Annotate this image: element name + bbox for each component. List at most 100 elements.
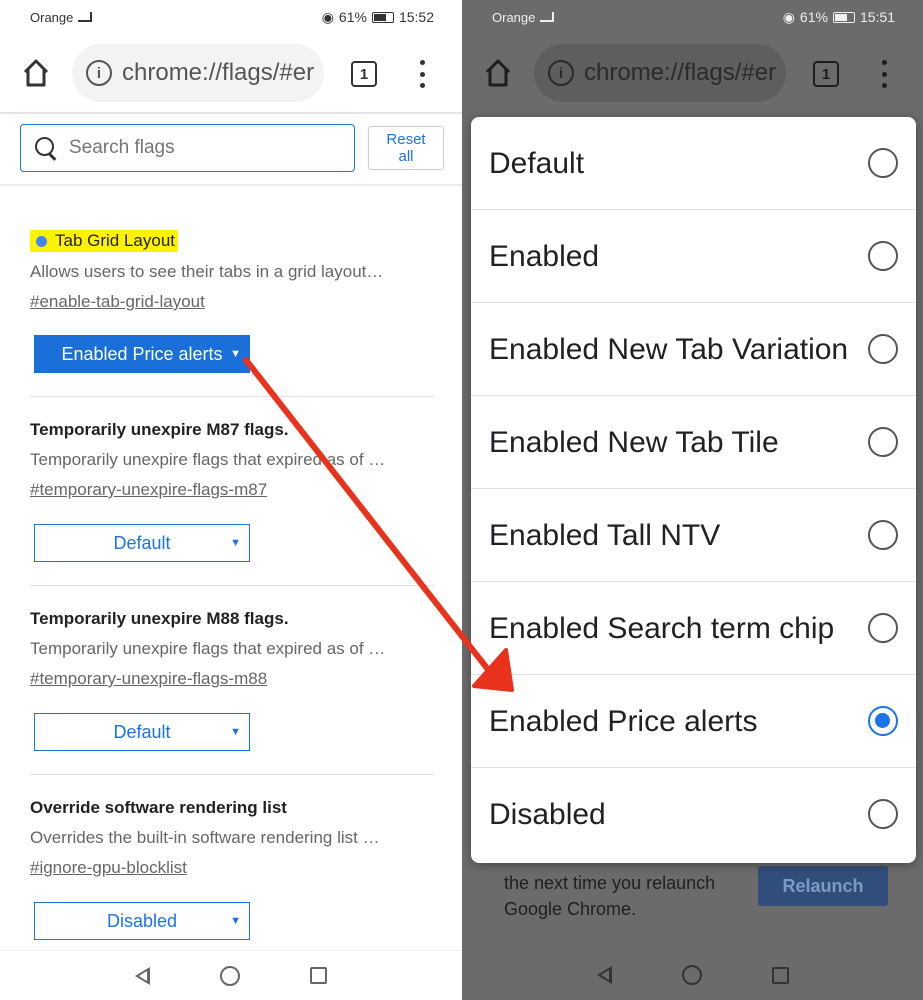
recents-nav-icon[interactable] xyxy=(771,966,789,984)
flag-select-value: Default xyxy=(113,721,171,742)
battery-icon xyxy=(832,11,855,23)
home-nav-icon[interactable] xyxy=(681,965,702,985)
home-icon[interactable] xyxy=(22,58,50,88)
url-text: chrome://flags/#er xyxy=(122,59,315,86)
url-text: chrome://flags/#er xyxy=(584,59,777,86)
flag-link[interactable]: #ignore-gpu-blocklist xyxy=(30,858,435,878)
flag-item: Temporarily unexpire M87 flags. Temporar… xyxy=(30,420,435,570)
chevron-down-icon: ▼ xyxy=(230,915,241,927)
flag-item: Tab Grid Layout Allows users to see thei… xyxy=(30,230,435,380)
flag-divider xyxy=(30,774,434,775)
option-enabled-tall-ntv[interactable]: Enabled Tall NTV xyxy=(471,489,916,582)
battery-percent: 61% xyxy=(799,9,828,25)
signal-icon xyxy=(78,12,93,22)
search-box[interactable] xyxy=(20,124,355,172)
reset-label-line2: all xyxy=(398,148,414,165)
flag-title: Tab Grid Layout xyxy=(30,230,179,252)
radio-icon[interactable] xyxy=(868,148,898,178)
flag-description: Allows users to see their tabs in a grid… xyxy=(30,262,384,281)
radio-icon[interactable] xyxy=(868,799,898,829)
radio-icon[interactable] xyxy=(868,334,898,364)
status-right: ◉ 61% 15:52 xyxy=(322,9,434,26)
overflow-menu-icon[interactable] xyxy=(412,58,432,90)
system-nav-bar xyxy=(0,950,462,1000)
browser-toolbar: i chrome://flags/#er 1 xyxy=(462,34,923,112)
reset-all-button[interactable]: Reset all xyxy=(368,126,444,170)
back-nav-icon[interactable] xyxy=(135,966,150,985)
toolbar-divider xyxy=(0,112,462,114)
relaunch-notice: the next time you relaunch Google Chrome… xyxy=(504,873,716,919)
flag-title-text: Tab Grid Layout xyxy=(55,231,176,250)
left-screenshot: Orange ◉ 61% 15:52 i chrome://flags/#er … xyxy=(0,0,462,1000)
modified-dot-icon xyxy=(36,235,47,247)
relaunch-button[interactable]: Relaunch xyxy=(758,866,888,906)
flag-select-value: Default xyxy=(113,532,171,553)
radio-selected-icon[interactable] xyxy=(868,706,898,736)
chevron-down-icon: ▼ xyxy=(230,537,241,549)
eye-icon: ◉ xyxy=(782,8,795,25)
url-bar[interactable]: i chrome://flags/#er xyxy=(72,44,324,102)
status-bar: Orange ◉ 61% 15:51 xyxy=(462,0,923,34)
url-bar[interactable]: i chrome://flags/#er xyxy=(534,44,786,102)
flag-link[interactable]: #enable-tab-grid-layout xyxy=(30,292,435,312)
flag-title: Temporarily unexpire M88 flags. xyxy=(30,609,289,628)
info-icon[interactable]: i xyxy=(86,60,112,86)
info-icon[interactable]: i xyxy=(548,60,574,86)
tab-switcher-icon[interactable]: 1 xyxy=(813,61,839,87)
option-default[interactable]: Default xyxy=(471,117,916,210)
flag-link[interactable]: #temporary-unexpire-flags-m87 xyxy=(30,480,435,500)
flag-select[interactable]: Disabled ▼ xyxy=(34,902,250,940)
option-label: Enabled New Tab Variation xyxy=(489,332,849,366)
search-input[interactable] xyxy=(69,137,309,159)
reset-label-line1: Reset xyxy=(386,131,426,148)
carrier-group: Orange xyxy=(492,9,555,25)
carrier-name: Orange xyxy=(492,9,536,25)
status-right: ◉ 61% 15:51 xyxy=(783,9,895,26)
option-label: Enabled xyxy=(489,239,600,273)
signal-icon xyxy=(540,12,555,22)
option-enabled-new-tab-variation[interactable]: Enabled New Tab Variation xyxy=(471,303,916,396)
option-enabled[interactable]: Enabled xyxy=(471,210,916,303)
option-enabled-price-alerts[interactable]: Enabled Price alerts xyxy=(471,675,916,768)
overflow-menu-icon[interactable] xyxy=(874,58,894,90)
clock: 15:51 xyxy=(859,9,895,25)
option-label: Enabled Tall NTV xyxy=(489,518,721,552)
option-label: Enabled New Tab Tile xyxy=(489,425,779,459)
browser-toolbar: i chrome://flags/#er 1 xyxy=(0,34,462,112)
radio-icon[interactable] xyxy=(868,241,898,271)
radio-icon[interactable] xyxy=(868,613,898,643)
carrier-group: Orange xyxy=(30,9,93,25)
flag-select[interactable]: Default ▼ xyxy=(34,713,250,751)
clock: 15:52 xyxy=(398,9,434,25)
flag-select[interactable]: Enabled Price alerts ▼ xyxy=(34,335,250,373)
flag-item: Override software rendering list Overrid… xyxy=(30,798,435,948)
option-label: Enabled Search term chip xyxy=(489,611,835,645)
radio-icon[interactable] xyxy=(868,520,898,550)
recents-nav-icon[interactable] xyxy=(310,967,327,984)
flag-select-value: Disabled xyxy=(106,910,178,931)
flag-select-value: Enabled Price alerts xyxy=(61,343,223,364)
status-bar: Orange ◉ 61% 15:52 xyxy=(0,0,462,34)
option-label: Disabled xyxy=(489,798,606,831)
flag-description: Temporarily unexpire flags that expired … xyxy=(30,639,386,658)
radio-icon[interactable] xyxy=(868,427,898,457)
option-disabled[interactable]: Disabled xyxy=(471,768,916,861)
flag-select[interactable]: Default ▼ xyxy=(34,524,250,562)
back-nav-icon[interactable] xyxy=(596,966,612,984)
search-icon xyxy=(35,137,57,159)
option-label: Enabled Price alerts xyxy=(489,704,758,738)
flag-link[interactable]: #temporary-unexpire-flags-m88 xyxy=(30,669,435,689)
option-enabled-new-tab-tile[interactable]: Enabled New Tab Tile xyxy=(471,396,916,489)
home-nav-icon[interactable] xyxy=(220,965,240,986)
options-dialog: Default Enabled Enabled New Tab Variatio… xyxy=(471,117,916,863)
carrier-name: Orange xyxy=(30,9,74,25)
chevron-down-icon: ▼ xyxy=(230,726,241,738)
option-enabled-search-term-chip[interactable]: Enabled Search term chip xyxy=(471,582,916,675)
home-icon[interactable] xyxy=(484,58,512,88)
chevron-down-icon: ▼ xyxy=(230,348,241,360)
right-screenshot: Orange ◉ 61% 15:51 i chrome://flags/#er … xyxy=(462,0,923,1000)
flag-title: Temporarily unexpire M87 flags. xyxy=(30,420,289,439)
tab-switcher-icon[interactable]: 1 xyxy=(351,61,377,87)
battery-icon xyxy=(371,11,394,23)
flag-divider xyxy=(30,396,434,397)
